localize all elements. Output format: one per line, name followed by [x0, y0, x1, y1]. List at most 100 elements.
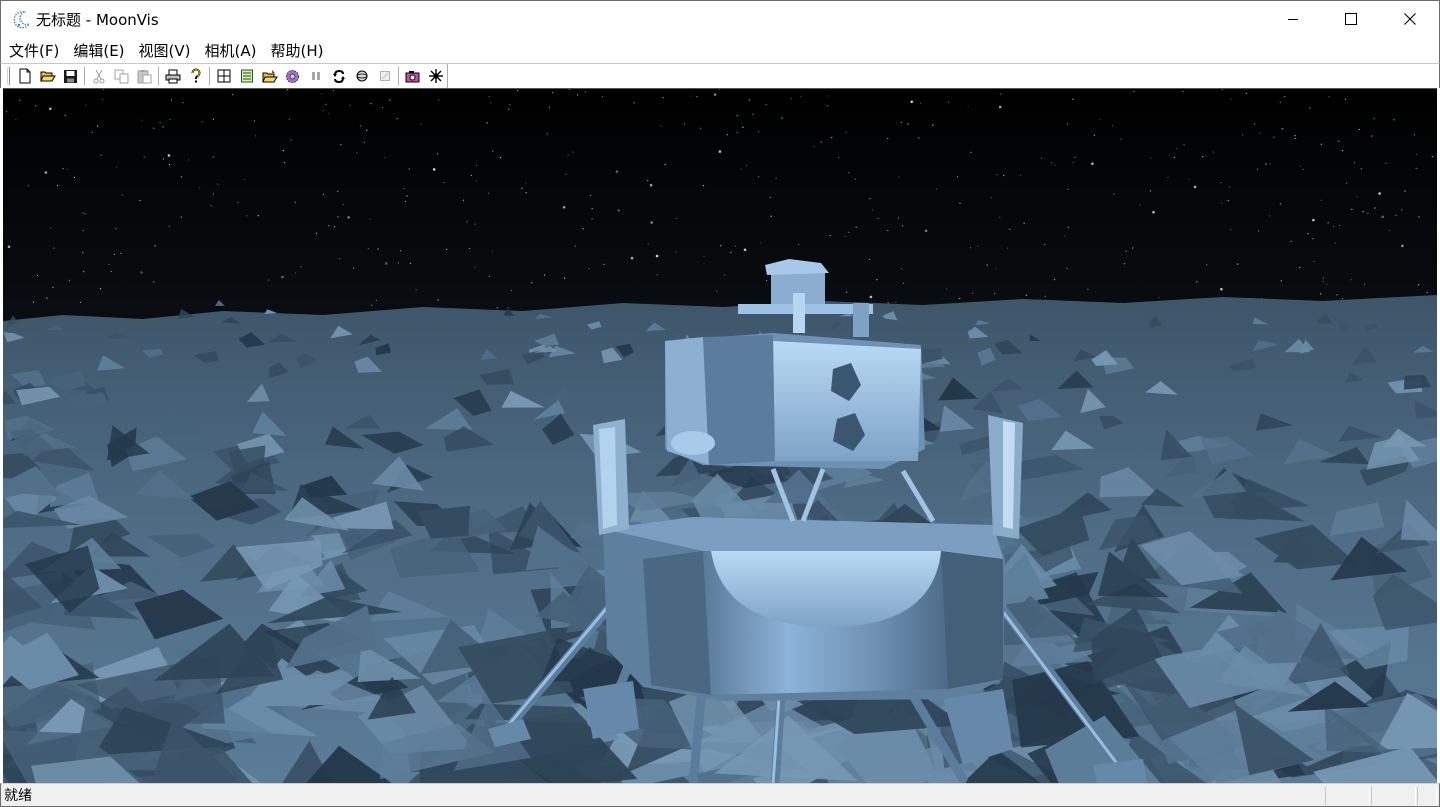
star [525, 192, 527, 194]
star [1282, 128, 1284, 130]
star [1258, 132, 1261, 134]
open-button[interactable] [36, 65, 59, 87]
open-scene-button[interactable] [258, 65, 281, 87]
star [999, 93, 1002, 95]
star [488, 95, 490, 98]
star [656, 274, 658, 276]
star [946, 288, 948, 290]
star [154, 245, 156, 247]
paste-icon [137, 69, 152, 83]
star [998, 105, 1002, 109]
star [499, 157, 501, 159]
screenshot-button[interactable] [401, 65, 424, 87]
star [848, 231, 850, 233]
star [420, 123, 422, 125]
star [996, 173, 998, 176]
minimize-button[interactable] [1264, 1, 1322, 37]
star [1044, 243, 1046, 245]
pause-icon [311, 72, 320, 80]
menu-edit[interactable]: 编辑(E) [66, 39, 131, 63]
print-button[interactable] [161, 65, 184, 87]
star [742, 126, 744, 128]
star [288, 118, 290, 120]
star [1334, 242, 1336, 244]
star [1258, 230, 1260, 232]
star [488, 192, 490, 194]
rotate-button[interactable] [327, 65, 350, 87]
new-button[interactable] [13, 65, 36, 87]
star [509, 104, 511, 106]
star [1041, 157, 1043, 159]
star [855, 226, 857, 228]
disabled-tool-button[interactable] [373, 65, 396, 87]
star [322, 110, 324, 112]
star [1023, 222, 1025, 224]
star [757, 176, 760, 178]
copy-button[interactable] [110, 65, 133, 87]
star [846, 291, 848, 293]
star [85, 104, 87, 106]
star [201, 121, 203, 123]
star [281, 275, 284, 279]
star [363, 141, 365, 143]
gear-settings-icon [286, 69, 299, 83]
help-button[interactable] [184, 65, 207, 87]
window-title: 无标题 - MoonVis [36, 11, 159, 29]
paste-button[interactable] [133, 65, 156, 87]
star [1196, 281, 1198, 283]
star [437, 299, 439, 301]
star [52, 286, 54, 288]
star [838, 156, 840, 158]
save-button[interactable] [59, 65, 82, 87]
toolbar-separator [84, 67, 85, 85]
star [907, 123, 909, 125]
menu-help[interactable]: 帮助(H) [263, 39, 330, 63]
menu-file[interactable]: 文件(F) [2, 39, 66, 63]
star [1351, 208, 1353, 210]
toolbar-grip[interactable] [7, 67, 10, 85]
star [1299, 266, 1301, 268]
star [1237, 263, 1239, 265]
list-panel-button[interactable] [235, 65, 258, 87]
settings-button[interactable] [281, 65, 304, 87]
star [1202, 156, 1204, 158]
star [1363, 283, 1366, 285]
star [924, 229, 928, 233]
star [432, 168, 436, 171]
star [618, 210, 620, 212]
star [647, 179, 649, 181]
grid-view-button[interactable] [212, 65, 235, 87]
sphere-button[interactable] [350, 65, 373, 87]
star [967, 105, 969, 107]
star [1284, 96, 1286, 98]
star [684, 123, 686, 125]
3d-viewport[interactable] [3, 88, 1437, 783]
star [877, 217, 879, 220]
status-text: 就绪 [4, 788, 32, 804]
star [1295, 137, 1297, 140]
menu-camera[interactable]: 相机(A) [198, 39, 264, 63]
star [602, 96, 604, 98]
night-sky [3, 89, 1437, 329]
star [49, 107, 52, 111]
star [1072, 161, 1074, 164]
star [920, 102, 922, 104]
maximize-button[interactable] [1322, 1, 1380, 37]
star [290, 139, 292, 141]
star [140, 271, 143, 274]
star [1312, 218, 1315, 222]
star [1220, 202, 1222, 204]
close-button[interactable] [1381, 1, 1439, 37]
star [845, 131, 847, 133]
menu-view[interactable]: 视图(V) [132, 39, 198, 63]
star [496, 307, 498, 309]
star [901, 268, 903, 270]
star [1182, 91, 1184, 93]
star [770, 215, 772, 217]
pause-button[interactable] [304, 65, 327, 87]
effect-button[interactable] [424, 65, 447, 87]
star [525, 182, 527, 184]
cut-button[interactable] [87, 65, 110, 87]
toolbar-area [0, 63, 1440, 88]
star [328, 113, 330, 115]
